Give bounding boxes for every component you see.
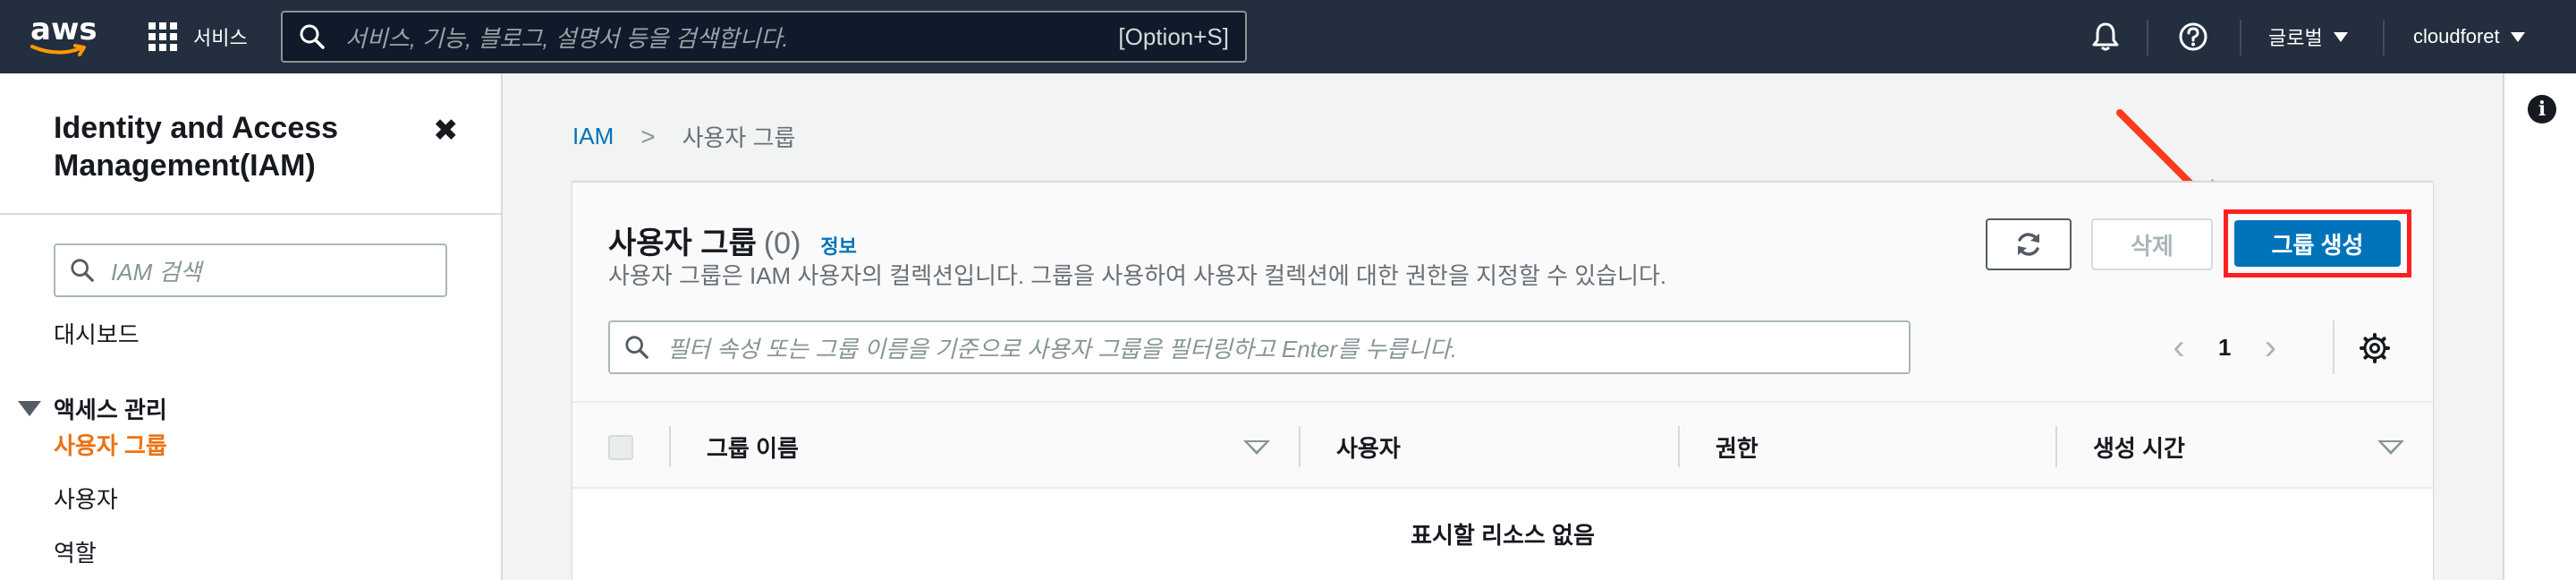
delete-button[interactable]: 삭제 bbox=[2091, 218, 2213, 270]
info-icon[interactable]: i bbox=[2528, 95, 2556, 124]
aws-smile-icon bbox=[30, 44, 86, 56]
help-icon bbox=[2179, 22, 2207, 51]
column-header-users[interactable]: 사용자 bbox=[1336, 403, 1401, 490]
grid-icon bbox=[148, 22, 177, 51]
sort-descending-icon[interactable] bbox=[1243, 440, 1270, 455]
services-label: 서비스 bbox=[193, 27, 248, 49]
search-placeholder: 서비스, 기능, 블로그, 설명서 등을 검색합니다. bbox=[345, 24, 789, 52]
refresh-button[interactable] bbox=[1986, 218, 2072, 270]
global-search-input[interactable]: 서비스, 기능, 블로그, 설명서 등을 검색합니다. [Option+S] bbox=[281, 11, 1247, 63]
sort-descending-icon[interactable] bbox=[2377, 440, 2404, 455]
pager-divider bbox=[2333, 320, 2334, 374]
breadcrumb-current: 사용자 그룹 bbox=[682, 124, 796, 151]
page-description: 사용자 그룹은 IAM 사용자의 컬렉션입니다. 그룹을 사용하여 사용자 컬렉… bbox=[608, 262, 1667, 289]
table-header-row: 그룹 이름 사용자 권한 생성 시간 bbox=[572, 401, 2433, 489]
title-text: 사용자 그룹 bbox=[608, 226, 757, 260]
breadcrumb: IAM > 사용자 그룹 bbox=[572, 120, 795, 153]
sidebar-search-input[interactable]: IAM 검색 bbox=[54, 243, 447, 297]
sidebar-item-roles[interactable]: 역할 bbox=[54, 535, 97, 568]
close-icon[interactable]: ✖ bbox=[433, 113, 459, 149]
chevron-down-icon bbox=[2333, 31, 2348, 42]
group-count: (0) bbox=[763, 226, 801, 260]
pagination: ‹ 1 › bbox=[2161, 324, 2288, 371]
column-header-permissions[interactable]: 권한 bbox=[1716, 403, 1758, 490]
region-label: 글로벌 bbox=[2268, 27, 2323, 49]
sidebar-item-dashboard[interactable]: 대시보드 bbox=[54, 317, 140, 350]
search-icon bbox=[625, 336, 648, 359]
sidebar-title: Identity and Access Management(IAM) bbox=[54, 111, 339, 183]
search-icon bbox=[71, 259, 94, 282]
account-menu[interactable]: cloudforet bbox=[2413, 0, 2525, 73]
search-shortcut: [Option+S] bbox=[1118, 22, 1229, 50]
aws-logo-text: aws bbox=[30, 12, 97, 47]
sidebar-item-user-groups[interactable]: 사용자 그룹 bbox=[54, 428, 167, 461]
region-selector[interactable]: 글로벌 bbox=[2268, 0, 2348, 73]
empty-state-text: 표시할 리소스 없음 bbox=[1411, 521, 1595, 549]
page-title: 사용자 그룹 (0) 정보 bbox=[608, 218, 857, 262]
settings-icon[interactable] bbox=[2360, 333, 2390, 363]
sidebar-divider bbox=[0, 213, 501, 215]
sidebar-item-users[interactable]: 사용자 bbox=[54, 482, 118, 515]
column-header-creation-time[interactable]: 생성 시간 bbox=[2093, 403, 2185, 490]
select-all-checkbox[interactable] bbox=[608, 435, 633, 460]
top-navigation: aws 서비스 서비스, 기능, 블로그, 설명서 등을 검색합니다. [Opt… bbox=[0, 0, 2576, 73]
help-panel-rail: i bbox=[2503, 73, 2576, 580]
page-number[interactable]: 1 bbox=[2218, 334, 2231, 362]
user-groups-table-container: 사용자 그룹 (0) 정보 사용자 그룹은 IAM 사용자의 컬렉션입니다. 그… bbox=[572, 181, 2433, 580]
help-button[interactable] bbox=[2177, 0, 2209, 73]
filter-placeholder: 필터 속성 또는 그룹 이름을 기준으로 사용자 그룹을 필터링하고 Enter… bbox=[667, 335, 1458, 362]
breadcrumb-iam-link[interactable]: IAM bbox=[572, 123, 614, 150]
search-icon bbox=[300, 24, 325, 49]
aws-logo[interactable]: aws bbox=[30, 12, 97, 59]
chevron-down-icon bbox=[2510, 31, 2525, 42]
chevron-left-icon[interactable]: ‹ bbox=[2161, 328, 2197, 368]
sidebar-search-placeholder: IAM 검색 bbox=[111, 258, 202, 286]
breadcrumb-separator: > bbox=[640, 122, 656, 150]
account-label: cloudforet bbox=[2413, 25, 2500, 47]
notifications-button[interactable] bbox=[2089, 0, 2122, 73]
create-group-button[interactable]: 그룹 생성 bbox=[2234, 220, 2401, 267]
table-body: 표시할 리소스 없음 bbox=[572, 489, 2433, 580]
sidebar-section-access-management[interactable]: 액세스 관리 bbox=[18, 392, 167, 425]
table-header-section: 사용자 그룹 (0) 정보 사용자 그룹은 IAM 사용자의 컬렉션입니다. 그… bbox=[572, 183, 2433, 401]
caret-down-icon bbox=[18, 401, 41, 416]
info-link[interactable]: 정보 bbox=[820, 231, 856, 260]
filter-input[interactable]: 필터 속성 또는 그룹 이름을 기준으로 사용자 그룹을 필터링하고 Enter… bbox=[608, 320, 1911, 374]
services-menu-button[interactable]: 서비스 bbox=[148, 20, 248, 54]
column-header-group-name[interactable]: 그룹 이름 bbox=[707, 403, 799, 490]
create-button-highlight: 그룹 생성 bbox=[2224, 209, 2411, 277]
sidebar-section-label: 액세스 관리 bbox=[54, 397, 167, 423]
bell-icon bbox=[2092, 22, 2119, 51]
refresh-icon bbox=[2018, 233, 2039, 256]
chevron-right-icon[interactable]: › bbox=[2252, 328, 2288, 368]
sidebar: Identity and Access Management(IAM) ✖ IA… bbox=[0, 73, 503, 580]
